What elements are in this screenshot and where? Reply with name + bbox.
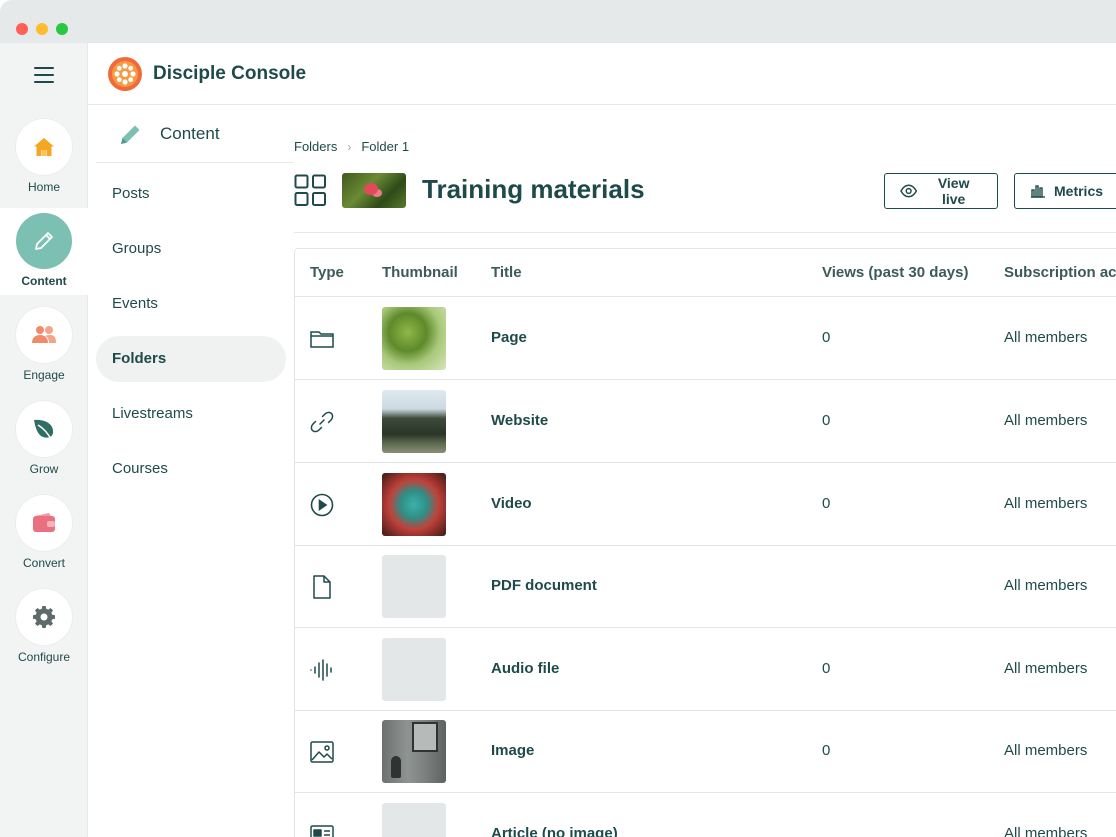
eye-icon (900, 184, 918, 198)
row-title[interactable]: Website (491, 412, 548, 429)
link-icon (310, 411, 334, 433)
row-title[interactable]: PDF document (491, 577, 597, 594)
metrics-button[interactable]: Metrics (1014, 173, 1116, 209)
rail-item-grow[interactable]: Grow (0, 401, 88, 487)
subnav-item-folders[interactable]: Folders (96, 336, 286, 382)
folder-cover-image (342, 173, 406, 208)
breadcrumb-current: Folder 1 (361, 139, 410, 154)
row-views: 0 (822, 495, 831, 512)
thumbnail-image (382, 390, 446, 453)
menu-icon[interactable] (34, 67, 54, 83)
table-row[interactable]: Video 0 All members (295, 463, 1116, 546)
rail-item-convert[interactable]: Convert (0, 495, 88, 581)
rail-label: Content (21, 274, 67, 288)
row-title[interactable]: Audio file (491, 660, 559, 677)
app-title: Disciple Console (153, 63, 307, 84)
thumbnail-placeholder (382, 638, 446, 701)
view-live-label: View live (937, 175, 970, 207)
column-header-thumbnail[interactable]: Thumbnail (382, 264, 458, 281)
row-views: 0 (822, 329, 831, 346)
bar-chart-icon (1031, 185, 1045, 198)
breadcrumb-link-folders[interactable]: Folders (294, 139, 337, 154)
maximize-window-button[interactable] (56, 23, 68, 35)
rail-item-engage[interactable]: Engage (0, 307, 88, 393)
subnav-item-groups[interactable]: Groups (96, 226, 286, 272)
minimize-window-button[interactable] (36, 23, 48, 35)
article-icon (310, 825, 334, 837)
subnav-item-posts[interactable]: Posts (96, 171, 286, 217)
table-row[interactable]: Image 0 All members (295, 710, 1116, 793)
thumbnail-image (382, 473, 446, 536)
table-row[interactable]: PDF document All members (295, 545, 1116, 628)
rail-label: Engage (23, 368, 65, 382)
subnav-header: Content (96, 105, 293, 163)
people-icon (16, 307, 72, 363)
rail-item-home[interactable]: Home (0, 119, 88, 205)
row-views: 0 (822, 412, 831, 429)
row-access: All members (1004, 329, 1088, 346)
breadcrumb: Folders › Folder 1 (294, 139, 409, 154)
thumbnail-placeholder (382, 555, 446, 618)
thumbnail-placeholder (382, 803, 446, 837)
image-icon (310, 741, 334, 763)
content-subnav: Content Posts Groups Events Folders Live… (88, 105, 293, 837)
row-title[interactable]: Page (491, 329, 527, 346)
thumbnail-image (382, 720, 446, 783)
rail-label: Convert (22, 556, 66, 570)
grid-view-icon[interactable] (294, 174, 327, 207)
subnav-item-livestreams[interactable]: Livestreams (96, 391, 286, 437)
subnav-item-courses[interactable]: Courses (96, 446, 286, 492)
thumbnail-image (382, 307, 446, 370)
view-live-button[interactable]: View live (884, 173, 998, 209)
window-titlebar (0, 0, 1116, 43)
page-title: Training materials (422, 174, 645, 204)
row-access: All members (1004, 577, 1088, 594)
rail-label: Home (27, 180, 60, 194)
subnav-item-events[interactable]: Events (96, 281, 286, 327)
audio-waveform-icon (310, 659, 332, 681)
row-access: All members (1004, 660, 1088, 677)
row-access: All members (1004, 495, 1088, 512)
rail-label: Configure (17, 650, 71, 664)
app-logo-icon[interactable] (107, 56, 143, 92)
wallet-icon (16, 495, 72, 551)
gear-icon (16, 589, 72, 645)
folder-icon (310, 331, 334, 348)
column-header-views[interactable]: Views (past 30 days) (822, 264, 968, 281)
column-header-type[interactable]: Type (310, 264, 344, 281)
column-header-subscription-access[interactable]: Subscription ac (1004, 264, 1116, 281)
row-access: All members (1004, 825, 1088, 837)
divider (294, 232, 1116, 233)
top-bar: Disciple Console (88, 43, 1116, 105)
row-title[interactable]: Video (491, 495, 532, 512)
file-icon (313, 575, 331, 599)
table-header: Type Thumbnail Title Views (past 30 days… (295, 249, 1116, 297)
rail-label: Grow (29, 462, 59, 476)
play-icon (310, 493, 334, 517)
row-views: 0 (822, 742, 831, 759)
row-views: 0 (822, 660, 831, 677)
subnav-title: Content (160, 124, 220, 143)
close-window-button[interactable] (16, 23, 28, 35)
row-access: All members (1004, 412, 1088, 429)
leaf-icon (16, 401, 72, 457)
table-row[interactable]: Article (no image) All members (295, 793, 1116, 837)
row-title[interactable]: Article (no image) (491, 825, 618, 837)
table-row[interactable]: Audio file 0 All members (295, 628, 1116, 711)
table-row[interactable]: Page 0 All members (295, 297, 1116, 380)
main-rail: Home Content Engage Grow Convert Configu… (0, 43, 88, 837)
table-row[interactable]: Website 0 All members (295, 380, 1116, 463)
rail-item-configure[interactable]: Configure (0, 589, 88, 675)
pencil-icon (16, 213, 72, 269)
pencil-icon (121, 125, 140, 144)
rail-item-content[interactable]: Content (0, 208, 88, 295)
column-header-title[interactable]: Title (491, 264, 522, 281)
home-icon (16, 119, 72, 175)
row-access: All members (1004, 742, 1088, 759)
row-title[interactable]: Image (491, 742, 534, 759)
content-table: Type Thumbnail Title Views (past 30 days… (294, 248, 1116, 837)
metrics-label: Metrics (1054, 183, 1104, 199)
chevron-right-icon: › (347, 139, 352, 154)
